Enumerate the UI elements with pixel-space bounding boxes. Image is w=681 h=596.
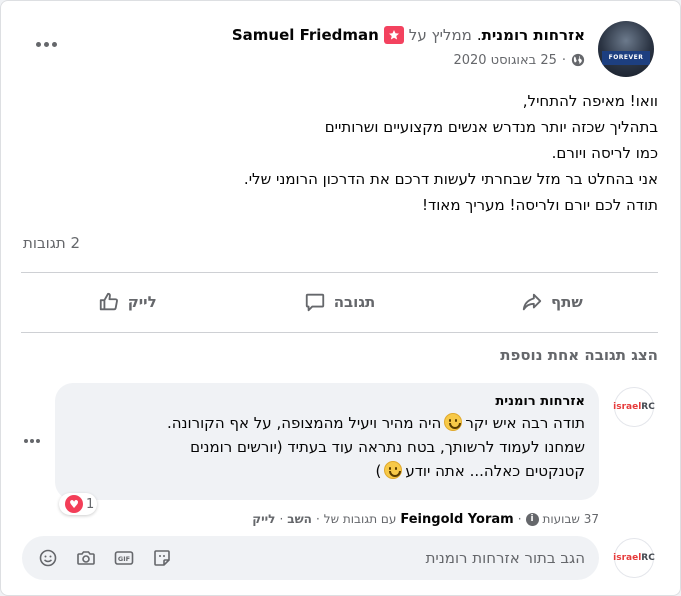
reply-tools: GIF: [36, 546, 174, 570]
reply-box: GIF: [22, 536, 599, 580]
avatar-logo-israel: israel: [613, 402, 642, 412]
comment-line: שמחנו לעמוד לרשותך, בטח נתראה עוד בעתיד …: [190, 438, 585, 456]
commenter-avatar[interactable]: RC israel: [613, 387, 655, 427]
avatar-logo-rc: RC: [641, 402, 655, 412]
comment-author[interactable]: אזרחות רומנית: [67, 393, 585, 411]
meta-separator: ·: [315, 512, 320, 526]
comment-bubble: אזרחות רומנית תודה רבה איש יקר היה מהיר ו…: [55, 383, 599, 500]
smile-emoji-icon: [384, 461, 403, 479]
camera-icon: [77, 551, 95, 565]
comment-text-part: קטנקטים כאלה... אתה יודע: [405, 462, 585, 480]
comment-label: תגובה: [333, 293, 376, 311]
post-options-button[interactable]: [29, 34, 63, 54]
comment-text-part: היה מהיר ויעיל מהמצופה, על אף הקורונה.: [166, 414, 442, 432]
dot-icon: [35, 41, 41, 47]
comment-text-part: ): [375, 462, 382, 480]
emoji-button[interactable]: [36, 546, 60, 570]
post-line: כמו לריסה ויורם.: [551, 144, 658, 162]
action-bar: לייק תגובה שתף: [21, 281, 658, 323]
page-link[interactable]: אזרחות רומנית: [482, 26, 585, 44]
sticker-button[interactable]: [150, 546, 174, 570]
reply-context-name[interactable]: Feingold Yoram: [400, 512, 513, 527]
reply-input[interactable]: [245, 536, 585, 580]
post-card: FOREVER Samuel Friedman ממליץ על אזרחות …: [0, 0, 681, 596]
comment-text: תודה רבה איש יקר היה מהיר ויעיל מהמצופה, …: [67, 411, 585, 483]
reaction-badge[interactable]: 1 ♥: [59, 493, 98, 515]
dot-icon: [43, 41, 49, 47]
reaction-count: 1: [86, 496, 95, 512]
divider: [21, 332, 658, 333]
post-line: וואו! מאיפה להתחיל,: [522, 92, 658, 110]
author-name[interactable]: Samuel Friedman: [232, 26, 379, 44]
author-avatar[interactable]: FOREVER: [598, 21, 654, 77]
avatar-logo-rc: RC: [641, 553, 655, 563]
smile-emoji-icon: [444, 413, 463, 431]
sticker-icon: [154, 550, 170, 566]
info-icon[interactable]: i: [525, 512, 539, 526]
gif-icon: GIF: [114, 551, 134, 565]
recommend-text: ממליץ על: [408, 26, 472, 44]
reply-context-text: עם תגובות של: [323, 512, 397, 526]
post-body: וואו! מאיפה להתחיל, בתהליך שכזה יותר מנד…: [98, 88, 658, 218]
like-label: לייק: [127, 293, 157, 311]
dot-icon: [51, 41, 57, 47]
post-line: בתהליך שכזה יותר מנדרש אנשים מקצועיים וש…: [324, 118, 658, 136]
love-reaction-icon: ♥: [65, 495, 83, 513]
share-label: שתף: [550, 293, 583, 311]
post-line: תודה לכם יורם ולריסה! מעריך מאוד!: [422, 196, 658, 214]
comment-age[interactable]: 37 שבועות: [543, 512, 599, 526]
view-more-replies[interactable]: הצג תגובה אחת נוספת: [500, 346, 658, 364]
comment-button[interactable]: תגובה: [233, 281, 445, 323]
photo-button[interactable]: [74, 546, 98, 570]
divider: [21, 272, 658, 273]
share-arrow-icon: [522, 293, 542, 311]
meta-separator: ·: [517, 512, 522, 526]
post-line: אני בהחלט בר מזל שבחרתי לעשות דרכם את הד…: [243, 170, 658, 188]
comment-count[interactable]: 2 תגובות: [23, 234, 80, 252]
share-button[interactable]: שתף: [446, 281, 658, 323]
avatar-logo-israel: israel: [613, 553, 642, 563]
recommended-page: אזרחות רומנית.: [477, 26, 585, 44]
globe-icon: [571, 53, 585, 67]
thumbs-up-icon: [99, 292, 118, 311]
post-meta: 25 באוגוסט 2020 ·: [453, 51, 585, 69]
post-date[interactable]: 25 באוגוסט 2020: [453, 53, 556, 68]
comment-line: תודה רבה איש יקר היה מהיר ויעיל מהמצופה, …: [67, 411, 585, 435]
meta-separator: ·: [561, 52, 566, 68]
meta-separator: ·: [279, 512, 284, 526]
smiley-icon: [39, 549, 57, 567]
svg-text:GIF: GIF: [118, 555, 130, 563]
reply-avatar[interactable]: RC israel: [613, 538, 655, 578]
avatar-band-text: FOREVER: [602, 51, 650, 65]
dot-icon: [24, 439, 28, 443]
dot-icon: [36, 439, 40, 443]
comment-options-button[interactable]: [21, 435, 43, 447]
comment-reply-link[interactable]: השב: [287, 512, 312, 526]
speech-bubble-icon: [305, 293, 324, 312]
comment-meta: לייק · השב · עם תגובות של Feingold Yoram…: [252, 509, 599, 529]
recommend-icon: [383, 26, 404, 44]
dot-icon: [30, 439, 34, 443]
comment-text-part: תודה רבה איש יקר: [465, 414, 585, 432]
post-header-line: Samuel Friedman ממליץ על אזרחות רומנית.: [232, 24, 585, 46]
like-button[interactable]: לייק: [21, 281, 233, 323]
gif-button[interactable]: GIF: [112, 546, 136, 570]
comment-like-link[interactable]: לייק: [252, 512, 275, 526]
comment-line: קטנקטים כאלה... אתה יודע): [67, 459, 585, 483]
